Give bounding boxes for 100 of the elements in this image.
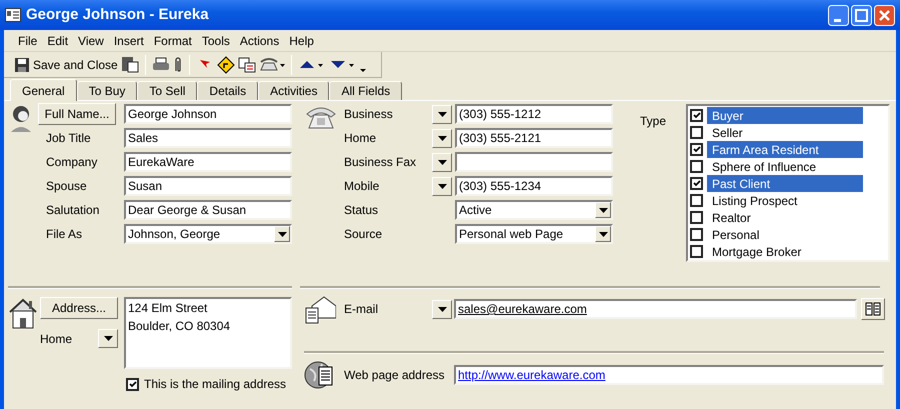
- checkbox[interactable]: [690, 245, 703, 258]
- dropdown-field[interactable]: Active: [455, 200, 613, 220]
- menu-item[interactable]: Actions: [240, 32, 280, 50]
- list-item[interactable]: Buyer: [707, 107, 863, 124]
- address-line: Boulder, CO 80304: [128, 318, 232, 335]
- checkbox[interactable]: [690, 126, 703, 139]
- tab[interactable]: Activities: [258, 81, 330, 100]
- minimize-icon[interactable]: [828, 4, 849, 26]
- telephone-icon[interactable]: [258, 56, 285, 74]
- field-label: E-mail: [344, 301, 380, 318]
- list-item[interactable]: Personal: [707, 226, 863, 243]
- window-title: George Johnson - Eureka: [26, 4, 209, 25]
- field-label: Status: [344, 202, 380, 219]
- list-item[interactable]: Realtor: [707, 209, 863, 226]
- field-label: Home: [344, 130, 378, 147]
- type-label: Type: [640, 113, 668, 130]
- book-icon: [865, 302, 881, 316]
- dropdown-field[interactable]: Personal web Page: [455, 224, 613, 244]
- field-label: Job Title: [45, 131, 91, 145]
- list-item[interactable]: Sphere of Influence: [707, 158, 863, 175]
- checkbox[interactable]: [690, 109, 703, 122]
- checkmark-icon: [128, 380, 136, 388]
- list-item[interactable]: Past Client: [707, 175, 863, 192]
- web-address-field[interactable]: http://www.eurekaware.com: [454, 365, 884, 385]
- checkbox[interactable]: [690, 177, 703, 190]
- checkbox[interactable]: [690, 211, 703, 224]
- caret-icon: [438, 306, 446, 312]
- text-field[interactable]: (303) 555-1212: [455, 104, 613, 124]
- checkbox[interactable]: [690, 194, 703, 207]
- menu-item[interactable]: Format: [154, 32, 192, 50]
- address-line: 124 Elm Street: [128, 300, 208, 317]
- checkbox-label: This is the mailing address: [144, 376, 286, 393]
- close-icon[interactable]: [874, 4, 895, 26]
- caret-icon: [438, 184, 446, 188]
- address-field[interactable]: 124 Elm Street Boulder, CO 80304: [124, 297, 292, 369]
- save-and-close-button[interactable]: Save and Close: [14, 54, 118, 76]
- caret-icon: [438, 136, 446, 140]
- text-field[interactable]: [455, 152, 613, 172]
- field-label: Salutation: [45, 203, 100, 217]
- tab[interactable]: All Fields: [329, 81, 402, 100]
- list-item[interactable]: Mortgage Broker: [707, 243, 863, 260]
- text-field[interactable]: George Johnson: [124, 104, 292, 124]
- paperclip-icon[interactable]: [172, 56, 183, 74]
- email-field[interactable]: sales@eurekaware.com: [454, 299, 857, 319]
- tab[interactable]: General: [10, 79, 77, 101]
- dropdown-button[interactable]: [98, 329, 118, 348]
- caret-icon: [598, 232, 608, 236]
- diamond-sign-icon[interactable]: [216, 56, 235, 74]
- dropdown-button[interactable]: [432, 176, 452, 196]
- menu-item[interactable]: File: [18, 32, 38, 50]
- list-item[interactable]: Listing Prospect: [707, 192, 863, 209]
- list-item[interactable]: Farm Area Resident: [707, 141, 863, 158]
- address-card-icon[interactable]: [238, 56, 256, 74]
- text-field[interactable]: Susan: [124, 176, 292, 196]
- full-name-button[interactable]: Full Name...: [38, 103, 116, 125]
- field-label: File As: [45, 227, 82, 241]
- menu-item[interactable]: Help: [289, 32, 314, 50]
- checkbox[interactable]: [690, 228, 703, 241]
- envelope-icon: [304, 294, 336, 324]
- dropdown-button[interactable]: [432, 128, 452, 148]
- house-icon: [8, 297, 38, 329]
- dropdown-button[interactable]: [432, 300, 452, 318]
- list-item[interactable]: Seller: [707, 124, 863, 141]
- caret-icon: [278, 232, 286, 236]
- menu-item[interactable]: Edit: [47, 32, 68, 50]
- text-field[interactable]: Sales: [124, 128, 292, 148]
- field-label: Business: [344, 106, 394, 123]
- checkbox[interactable]: [126, 378, 139, 390]
- contact-card-icon: [5, 8, 21, 22]
- checkmark-icon: [692, 180, 700, 187]
- address-book-button[interactable]: [861, 298, 885, 320]
- maximize-icon[interactable]: [851, 4, 872, 26]
- address-type-label: Home: [40, 330, 74, 348]
- checkbox[interactable]: [690, 143, 703, 156]
- field-label: Mobile: [344, 178, 380, 195]
- text-field[interactable]: EurekaWare: [124, 152, 292, 172]
- tab[interactable]: To Sell: [137, 81, 198, 100]
- address-button[interactable]: Address...: [40, 297, 118, 319]
- caret-icon: [438, 160, 446, 164]
- text-field[interactable]: (303) 555-1234: [455, 176, 613, 196]
- dropdown-button[interactable]: [432, 152, 452, 172]
- tab[interactable]: To Buy: [76, 81, 138, 100]
- dropdown-button[interactable]: [432, 104, 452, 124]
- menu-item[interactable]: View: [78, 32, 104, 50]
- field-label: Business Fax: [344, 154, 418, 171]
- tab[interactable]: Details: [197, 81, 258, 100]
- menu-item[interactable]: Insert: [114, 32, 144, 50]
- field-label: Company: [45, 155, 98, 169]
- field-label: Source: [344, 226, 384, 243]
- text-field[interactable]: Dear George & Susan: [124, 200, 292, 220]
- checkbox[interactable]: [690, 160, 703, 173]
- text-field[interactable]: (303) 555-2121: [455, 128, 613, 148]
- menu-item[interactable]: Tools: [202, 32, 230, 50]
- checkmark-icon: [692, 146, 700, 153]
- field-label: Web page address: [344, 367, 446, 384]
- field-label: Spouse: [45, 179, 87, 193]
- save-form-icon[interactable]: [120, 56, 139, 74]
- caret-icon: [438, 112, 446, 116]
- caret-icon: [104, 336, 112, 341]
- dropdown-field[interactable]: Johnson, George: [124, 224, 292, 244]
